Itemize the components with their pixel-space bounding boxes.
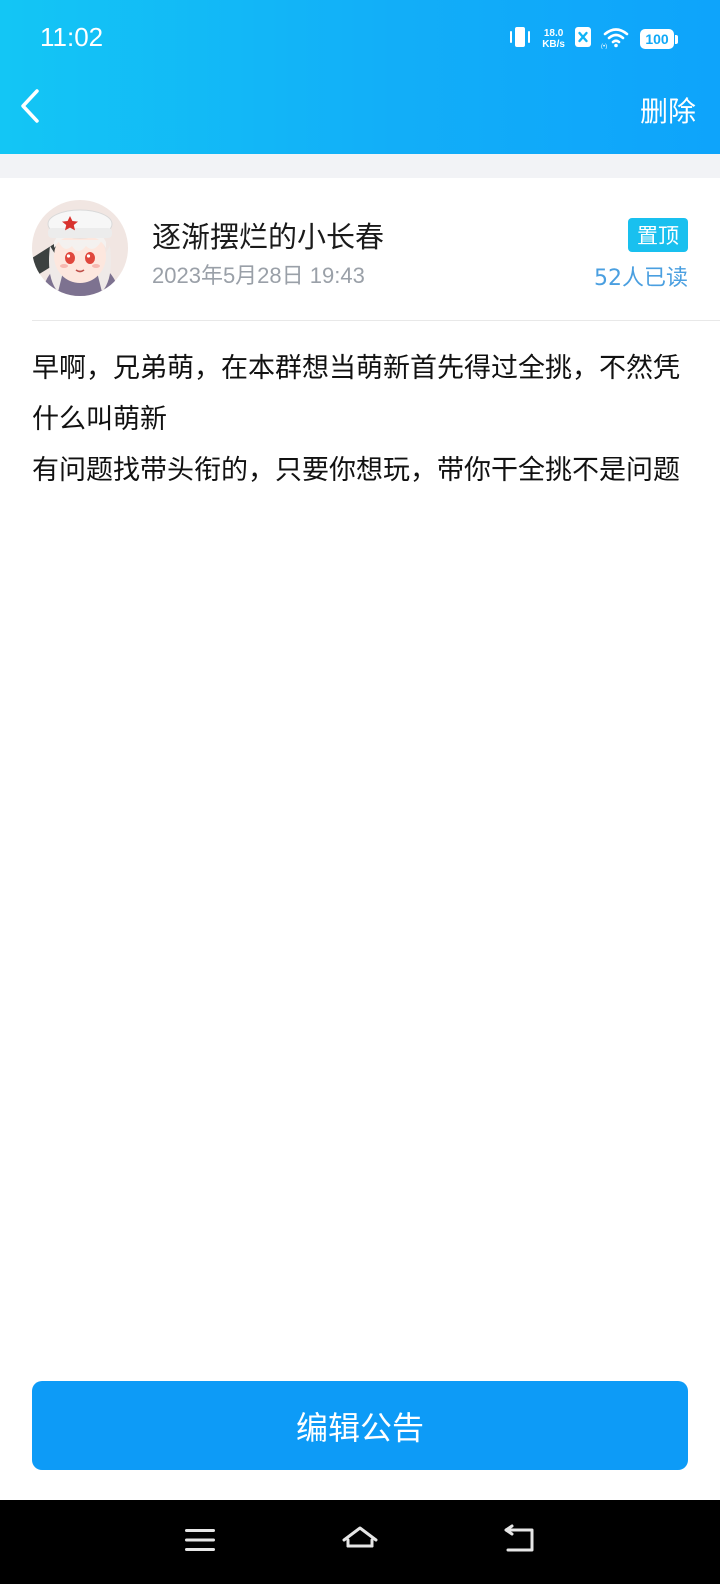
network-speed-unit: KB/s [542,39,565,50]
home-button[interactable] [338,1522,382,1562]
menu-icon [183,1526,217,1558]
status-icons: 18.0 KB/s (•) 100 [507,24,678,54]
data-blocked-icon [574,25,592,53]
vibrate-icon [507,25,533,53]
read-count[interactable]: 52人已读 [594,260,688,292]
section-divider [0,154,720,178]
svg-text:(•): (•) [601,44,607,49]
header-divider [32,320,720,321]
battery-level: 100 [640,29,674,49]
battery-icon: 100 [640,29,678,49]
edit-announcement-button[interactable]: 编辑公告 [32,1381,688,1470]
system-nav-bar [0,1500,720,1584]
header: 11:02 18.0 KB/s (•) 100 删除 [0,0,720,154]
avatar[interactable] [32,200,128,296]
network-speed-value: 18.0 [543,28,564,39]
battery-tip [675,34,678,44]
pinned-badge: 置顶 [628,218,688,252]
announcement-content: 早啊，兄弟萌，在本群想当萌新首先得过全挑，不然凭什么叫萌新 有问题找带头衔的，只… [32,353,680,486]
post-date: 2023年5月28日 19:43 [152,263,365,288]
network-speed: 18.0 KB/s [542,28,565,50]
chevron-left-icon [18,88,42,128]
author-name[interactable]: 逐渐摆烂的小长春 [152,214,384,256]
system-back-button[interactable] [498,1522,542,1562]
recent-apps-button[interactable] [178,1522,222,1562]
status-time: 11:02 [40,22,104,52]
status-bar: 11:02 18.0 KB/s (•) 100 [0,0,720,78]
nav-bar: 删除 [0,78,720,154]
wifi-icon: (•) [601,25,631,53]
delete-button[interactable]: 删除 [640,90,696,130]
post-header: 逐渐摆烂的小长春 2023年5月28日 19:43 置顶 52人已读 [0,178,720,320]
back-button[interactable] [8,84,52,132]
back-icon [502,1524,538,1560]
home-icon [340,1524,380,1560]
